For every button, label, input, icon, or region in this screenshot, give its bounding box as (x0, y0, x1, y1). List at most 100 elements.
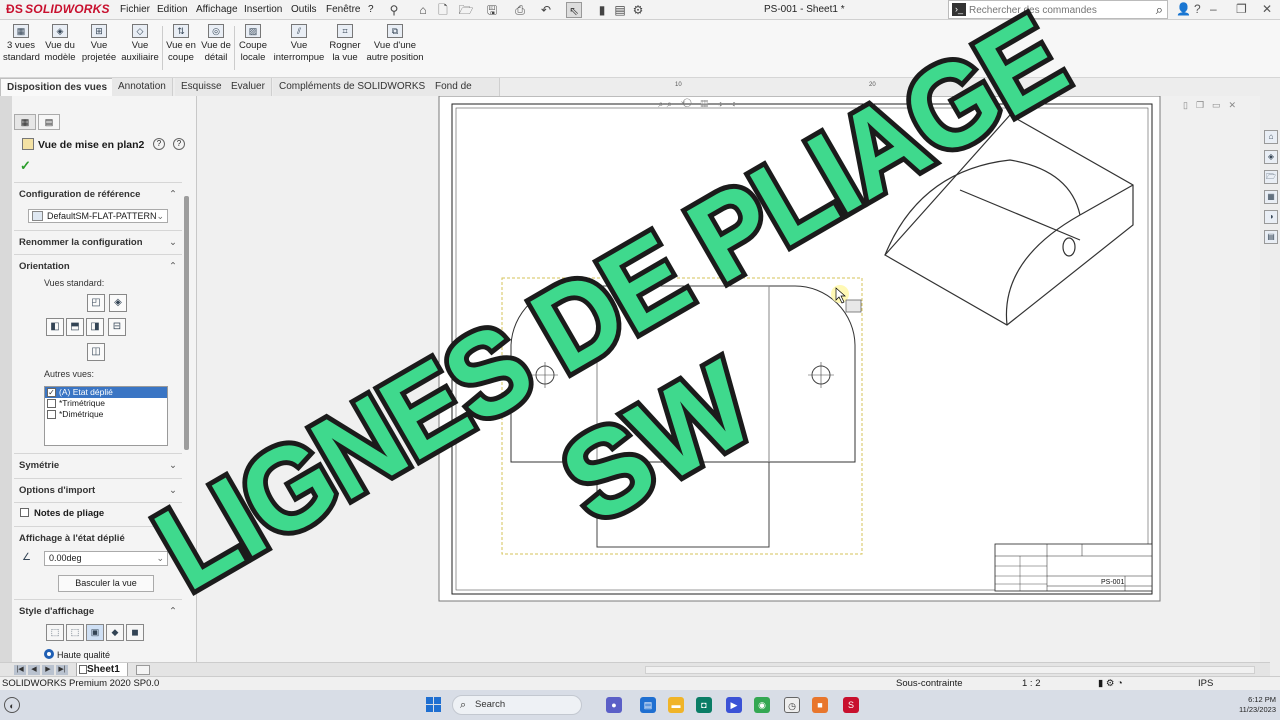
settings-gear-icon[interactable]: ⚙ (630, 2, 646, 18)
command-search[interactable]: ›_ ⌕ (948, 0, 1168, 19)
clock-app-icon[interactable]: ◷ (784, 697, 800, 713)
print-icon[interactable]: ⎙ (512, 2, 528, 18)
property-tab-icon[interactable]: ▤ (38, 114, 60, 130)
close-icon[interactable]: ✕ (1262, 2, 1272, 16)
next-sheet-icon[interactable]: ▶ (42, 665, 54, 675)
menu-affichage[interactable]: Affichage (196, 4, 238, 15)
section-rename-config[interactable]: Renommer la configuration ⌄ (19, 237, 177, 248)
feature-tree-tab-icon[interactable]: ▦ (14, 114, 36, 130)
radio-selected[interactable] (44, 649, 54, 659)
section-symmetry[interactable]: Symétrie ⌄ (19, 460, 177, 471)
section-reference-config[interactable]: Configuration de référence ⌃ (19, 189, 177, 200)
menu-outils[interactable]: Outils (291, 4, 317, 15)
menu-fichier[interactable]: Fichier (120, 4, 150, 15)
horizontal-scrollbar[interactable] (645, 666, 1255, 674)
open-folder-icon[interactable]: 🗁 (458, 2, 474, 18)
tab-evaluate[interactable]: Evaluer (225, 78, 272, 96)
reference-config-select[interactable]: DefaultSM-FLAT-PATTERN ⌄ (28, 209, 168, 223)
folder-icon[interactable]: ▬ (668, 697, 684, 713)
last-sheet-icon[interactable]: ▶| (56, 665, 68, 675)
graphics-area[interactable]: ⌕⌕ ⟲ ▦ ◑ ◐ ▯❐▭✕ PS-001 10 20 (197, 79, 1260, 662)
drawing-canvas[interactable] (197, 79, 1260, 662)
checkbox[interactable] (20, 508, 29, 517)
flat-angle-field[interactable]: 0.00deg ⌄ (44, 551, 168, 566)
menu-edition[interactable]: Edition (157, 4, 188, 15)
list-item[interactable]: *Trimétrique (45, 398, 167, 409)
shaded-icon[interactable]: ◼ (126, 624, 144, 641)
model-view-button[interactable]: ◈ Vue du modèle (42, 24, 78, 64)
sheet-tab[interactable]: Sheet1 (76, 663, 128, 677)
rebuild-icon[interactable]: ▮ ⚙ ◔ (1098, 678, 1123, 689)
broken-out-section-button[interactable]: ▨ Coupe locale (236, 24, 270, 64)
left-view-icon[interactable]: ◧ (46, 318, 64, 336)
chrome-icon[interactable]: ◉ (754, 697, 770, 713)
section-orientation[interactable]: Orientation ⌃ (19, 261, 177, 272)
checkbox-checked[interactable]: ✓ (47, 388, 56, 397)
help-icon[interactable]: ? (1194, 2, 1201, 16)
standard-3-views-button[interactable]: ▦ 3 vues standard (3, 24, 40, 64)
system-clock[interactable]: 6:12 PM 11/23/2023 (1224, 695, 1276, 715)
weather-icon[interactable]: ◐ (4, 697, 20, 713)
home-icon[interactable]: ⌂ (415, 2, 431, 18)
top-view-icon[interactable]: ⬒ (66, 318, 84, 336)
hidden-lines-visible-icon[interactable]: ⬚ (66, 624, 84, 641)
projected-view-button[interactable]: ⊞ Vue projetée (80, 24, 118, 64)
auxiliary-view-button[interactable]: ◇ Vue auxiliaire (120, 24, 160, 64)
list-item[interactable]: ✓ (A) Etat déplié (45, 387, 167, 398)
bend-notes-checkbox[interactable]: Notes de pliage (20, 508, 104, 519)
view-window-controls[interactable]: ▯❐▭✕ (1183, 100, 1244, 111)
tab-sketch[interactable]: Esquisse (175, 78, 229, 96)
section-display-style[interactable]: Style d'affichage ⌃ (19, 606, 177, 617)
crop-view-button[interactable]: ⌗ Rogner la vue (328, 24, 362, 64)
hidden-lines-removed-icon[interactable]: ▣ (86, 624, 104, 641)
app-icon[interactable]: ■ (812, 697, 828, 713)
tab-annotation[interactable]: Annotation (112, 78, 173, 96)
undo-icon[interactable]: ↶ (538, 2, 554, 18)
other-views-list[interactable]: ✓ (A) Etat déplié *Trimétrique *Dimétriqu… (44, 386, 168, 446)
view-palette-icon[interactable]: ▦ (1264, 190, 1278, 204)
traffic-light-icon[interactable]: ▮ (594, 2, 610, 18)
solidworks-taskbar-icon[interactable]: S (843, 697, 859, 713)
pin-icon[interactable]: ⚲ (386, 2, 402, 18)
add-sheet-icon[interactable] (136, 665, 150, 675)
title-block[interactable] (994, 543, 1153, 592)
wireframe-icon[interactable]: ⬚ (46, 624, 64, 641)
menu-help[interactable]: ? (368, 4, 374, 15)
section-import-options[interactable]: Options d'import ⌄ (19, 485, 177, 496)
menu-insertion[interactable]: Insertion (244, 4, 282, 15)
solidworks-logo[interactable]: ƉS SOLIDWORKS (6, 2, 110, 16)
alternate-position-view-button[interactable]: ⧉ Vue d'une autre position (364, 24, 426, 64)
section-view-button[interactable]: ⇅ Vue en coupe (164, 24, 198, 64)
new-document-icon[interactable]: 🗋 (435, 2, 451, 18)
back-view-icon[interactable]: ◫ (87, 343, 105, 361)
restore-icon[interactable]: ❐ (1236, 2, 1247, 16)
heads-up-view-toolbar[interactable]: ⌕⌕ ⟲ ▦ ◑ ◐ (658, 99, 741, 110)
home-icon[interactable]: ⌂ (1264, 130, 1278, 144)
file-explorer-icon[interactable]: 🗁 (1264, 170, 1278, 184)
tab-view-layout[interactable]: Disposition des vues (0, 78, 115, 96)
tab-solidworks-addins[interactable]: Compléments de SOLIDWORKS (273, 78, 433, 96)
bottom-view-icon[interactable]: ⊟ (108, 318, 126, 336)
detail-view-button[interactable]: ◎ Vue de détail (199, 24, 233, 64)
store-icon[interactable]: ◘ (696, 697, 712, 713)
shaded-with-edges-icon[interactable]: ◆ (106, 624, 124, 641)
tab-sheet-format[interactable]: Fond de plan (429, 78, 500, 109)
taskbar-search[interactable]: ⌕ Search (452, 695, 582, 715)
sheet-scale[interactable]: 1 : 2 (1022, 678, 1041, 689)
right-view-icon[interactable]: ◨ (86, 318, 104, 336)
pm-scrollbar[interactable] (184, 196, 189, 450)
minimize-icon[interactable]: – (1210, 2, 1217, 16)
file-explorer-icon[interactable]: ▤ (640, 697, 656, 713)
search-input[interactable] (969, 3, 1139, 17)
unit-system[interactable]: IPS (1198, 678, 1213, 689)
appearances-icon[interactable]: ◑ (1264, 210, 1278, 224)
search-icon[interactable]: ⌕ (1156, 2, 1163, 18)
design-library-icon[interactable]: ◈ (1264, 150, 1278, 164)
break-view-button[interactable]: ⫽ Vue interrompue (272, 24, 326, 64)
section-flat-display[interactable]: Affichage à l'état déplié ⌃ (19, 533, 177, 544)
list-item[interactable]: *Dimétrique (45, 409, 167, 420)
media-player-icon[interactable]: ▶ (726, 697, 742, 713)
checkbox[interactable] (47, 399, 56, 408)
start-button[interactable] (426, 697, 442, 713)
prev-sheet-icon[interactable]: ◀ (28, 665, 40, 675)
